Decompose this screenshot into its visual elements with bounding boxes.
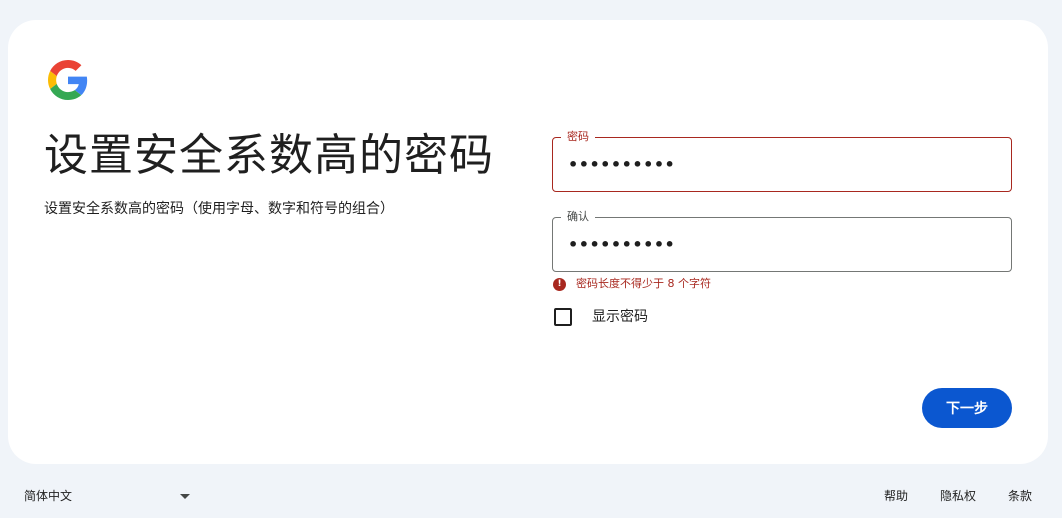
page-subtitle: 设置安全系数高的密码（使用字母、数字和符号的组合） [44, 201, 394, 217]
password-input[interactable] [568, 138, 988, 191]
password-error-message: ! 密码长度不得少于 8 个字符 [553, 276, 711, 292]
confirm-field[interactable]: 确认 [552, 209, 1012, 272]
show-password-label: 显示密码 [592, 309, 648, 325]
footer-links: 帮助 隐私权 条款 [852, 486, 1032, 506]
language-label: 简体中文 [24, 489, 73, 503]
footer: 简体中文 帮助 隐私权 条款 [0, 476, 1062, 516]
page-title: 设置安全系数高的密码 [44, 130, 494, 181]
error-icon: ! [553, 277, 566, 291]
error-text: 密码长度不得少于 8 个字符 [576, 277, 711, 290]
chevron-down-icon [180, 493, 190, 499]
privacy-link[interactable]: 隐私权 [940, 486, 976, 506]
show-password-checkbox[interactable] [554, 308, 572, 326]
next-button[interactable]: 下一步 [922, 388, 1012, 428]
google-logo-icon [48, 60, 88, 100]
terms-link[interactable]: 条款 [1008, 486, 1032, 506]
language-select[interactable]: 简体中文 [24, 486, 194, 506]
show-password-toggle[interactable]: 显示密码 [554, 307, 648, 327]
signin-card: 设置安全系数高的密码 设置安全系数高的密码（使用字母、数字和符号的组合） 密码 … [8, 20, 1048, 464]
password-field[interactable]: 密码 [552, 129, 1012, 192]
help-link[interactable]: 帮助 [884, 486, 908, 506]
confirm-input[interactable] [568, 218, 988, 271]
